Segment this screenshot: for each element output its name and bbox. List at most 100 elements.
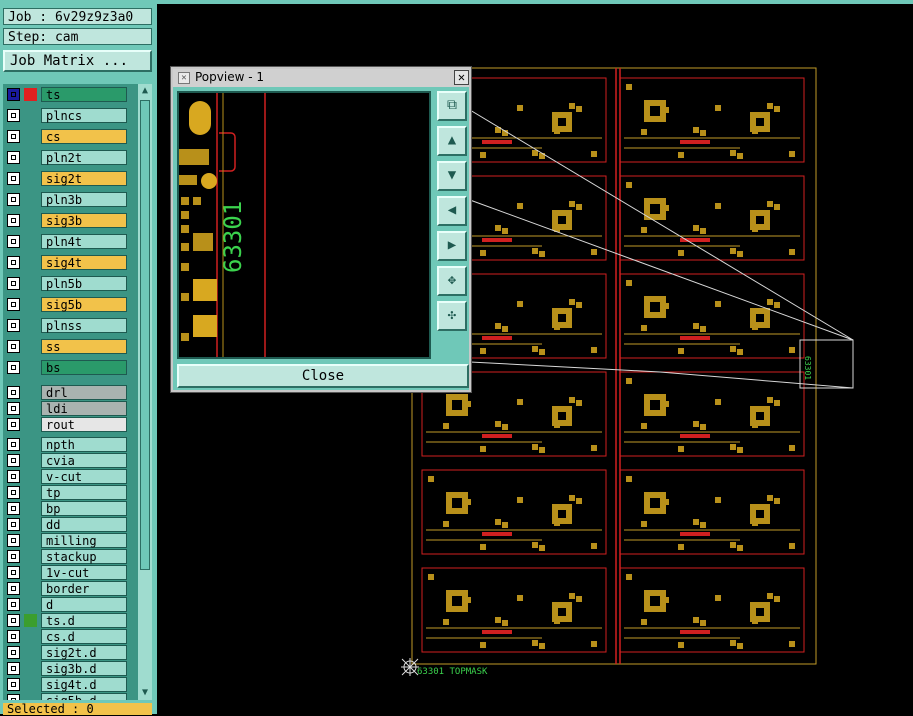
layer-name[interactable]: ss (41, 339, 127, 354)
layer-name[interactable]: milling (41, 533, 127, 548)
layer-visibility-checkbox[interactable] (7, 235, 20, 248)
layer-row[interactable]: v-cut (5, 469, 127, 484)
layer-visibility-checkbox[interactable] (7, 646, 20, 659)
layer-name[interactable]: v-cut (41, 469, 127, 484)
close-icon[interactable]: ✕ (454, 70, 469, 85)
layer-visibility-checkbox[interactable] (7, 88, 20, 101)
layer-visibility-checkbox[interactable] (7, 151, 20, 164)
scroll-up-arrow-icon[interactable]: ▲ (138, 84, 152, 98)
layer-name[interactable]: cs (41, 129, 127, 144)
layer-name[interactable]: sig3b (41, 213, 127, 228)
layer-name[interactable]: tp (41, 485, 127, 500)
layer-row[interactable]: sig2t.d (5, 645, 127, 660)
layer-row[interactable]: 1v-cut (5, 565, 127, 580)
layer-name[interactable]: plnss (41, 318, 127, 333)
layer-row[interactable]: sig2t (5, 171, 127, 186)
popview-titlebar[interactable]: ✕ Popview - 1 ✕ (173, 69, 469, 87)
layer-visibility-checkbox[interactable] (7, 662, 20, 675)
layer-visibility-checkbox[interactable] (7, 630, 20, 643)
layer-visibility-checkbox[interactable] (7, 130, 20, 143)
layer-visibility-checkbox[interactable] (7, 277, 20, 290)
layer-name[interactable]: 1v-cut (41, 565, 127, 580)
layer-visibility-checkbox[interactable] (7, 418, 20, 431)
layer-name[interactable]: ts (41, 87, 127, 102)
layer-row[interactable]: sig3b (5, 213, 127, 228)
scroll-thumb[interactable] (140, 100, 150, 570)
layer-visibility-checkbox[interactable] (7, 694, 20, 700)
layer-name[interactable]: ts.d (41, 613, 127, 628)
layer-row[interactable]: plnss (5, 318, 127, 333)
layer-row[interactable]: cvia (5, 453, 127, 468)
zoom-home-icon[interactable]: ✣ (437, 301, 467, 331)
layer-visibility-checkbox[interactable] (7, 598, 20, 611)
layer-visibility-checkbox[interactable] (7, 470, 20, 483)
layer-name[interactable]: rout (41, 417, 127, 432)
layer-row[interactable]: ss (5, 339, 127, 354)
scroll-down-arrow-icon[interactable]: ▼ (138, 686, 152, 700)
layer-row[interactable]: npth (5, 437, 127, 452)
layer-visibility-checkbox[interactable] (7, 614, 20, 627)
layer-row[interactable]: bs (5, 360, 127, 375)
layer-row[interactable]: sig5b.d (5, 693, 127, 700)
layer-visibility-checkbox[interactable] (7, 361, 20, 374)
layer-row[interactable]: dd (5, 517, 127, 532)
layer-visibility-checkbox[interactable] (7, 454, 20, 467)
layer-row[interactable]: sig5b (5, 297, 127, 312)
layer-row[interactable]: sig4t.d (5, 677, 127, 692)
layer-row[interactable]: rout (5, 417, 127, 432)
layer-name[interactable]: bs (41, 360, 127, 375)
layer-row[interactable]: ts (5, 87, 127, 102)
layer-name[interactable]: stackup (41, 549, 127, 564)
layer-color-swatch[interactable] (24, 614, 37, 627)
pan-right-icon[interactable]: ▶ (437, 231, 467, 261)
layer-name[interactable]: border (41, 581, 127, 596)
layer-name[interactable]: ldi (41, 401, 127, 416)
layer-row[interactable]: border (5, 581, 127, 596)
layer-row[interactable]: tp (5, 485, 127, 500)
layer-name[interactable]: sig2t.d (41, 645, 127, 660)
layer-row[interactable]: milling (5, 533, 127, 548)
popview-window[interactable]: ✕ Popview - 1 ✕ 63301 Close ⧉ ▲ ▼ ◀ ▶ ✥ … (170, 66, 472, 393)
window-menu-icon[interactable]: ✕ (178, 72, 190, 84)
layer-name[interactable]: bp (41, 501, 127, 516)
layer-name[interactable]: cvia (41, 453, 127, 468)
layer-name[interactable]: pln4t (41, 234, 127, 249)
layer-name[interactable]: d (41, 597, 127, 612)
layer-row[interactable]: pln5b (5, 276, 127, 291)
layer-name[interactable]: dd (41, 517, 127, 532)
layer-row[interactable]: pln4t (5, 234, 127, 249)
layer-name[interactable]: pln3b (41, 192, 127, 207)
layer-row[interactable]: bp (5, 501, 127, 516)
layer-row[interactable]: pln2t (5, 150, 127, 165)
layer-visibility-checkbox[interactable] (7, 534, 20, 547)
layer-visibility-checkbox[interactable] (7, 502, 20, 515)
zoom-window-icon[interactable]: ⧉ (437, 91, 467, 121)
layer-visibility-checkbox[interactable] (7, 340, 20, 353)
pan-left-icon[interactable]: ◀ (437, 196, 467, 226)
layer-visibility-checkbox[interactable] (7, 256, 20, 269)
layer-row[interactable]: cs.d (5, 629, 127, 644)
layer-visibility-checkbox[interactable] (7, 678, 20, 691)
layer-visibility-checkbox[interactable] (7, 214, 20, 227)
layer-color-swatch[interactable] (24, 88, 37, 101)
layer-name[interactable]: sig5b.d (41, 693, 127, 700)
layer-name[interactable]: npth (41, 437, 127, 452)
layer-row[interactable]: sig3b.d (5, 661, 127, 676)
layer-row[interactable]: d (5, 597, 127, 612)
zoom-fit-icon[interactable]: ✥ (437, 266, 467, 296)
layer-visibility-checkbox[interactable] (7, 486, 20, 499)
layer-visibility-checkbox[interactable] (7, 386, 20, 399)
layer-visibility-checkbox[interactable] (7, 566, 20, 579)
layer-visibility-checkbox[interactable] (7, 319, 20, 332)
layer-name[interactable]: pln2t (41, 150, 127, 165)
layer-name[interactable]: sig4t.d (41, 677, 127, 692)
layer-row[interactable]: pln3b (5, 192, 127, 207)
close-button[interactable]: Close (177, 364, 469, 388)
layer-visibility-checkbox[interactable] (7, 582, 20, 595)
layer-visibility-checkbox[interactable] (7, 438, 20, 451)
layer-name[interactable]: sig5b (41, 297, 127, 312)
layer-name[interactable]: plncs (41, 108, 127, 123)
layer-row[interactable]: stackup (5, 549, 127, 564)
layer-name[interactable]: drl (41, 385, 127, 400)
layer-name[interactable]: pln5b (41, 276, 127, 291)
